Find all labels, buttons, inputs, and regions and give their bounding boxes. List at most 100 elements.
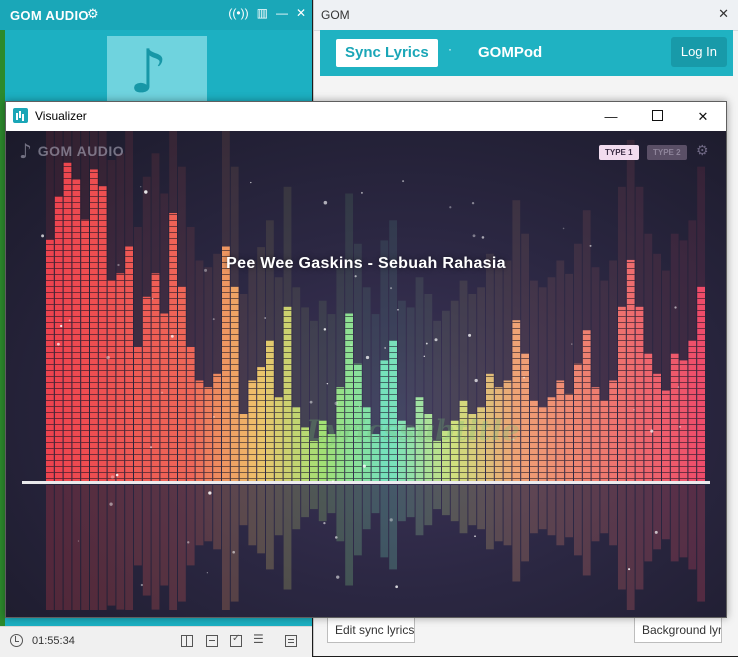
sparkle-particle xyxy=(264,317,266,319)
player-titlebar-icons: ((•)) ▥ — ✕ xyxy=(228,6,306,20)
spectrum-reflection xyxy=(54,485,63,610)
sparkle-particle xyxy=(434,338,438,342)
type-1-button[interactable]: TYPE 1 xyxy=(599,145,639,160)
watermark: Lyricssubtitle xyxy=(306,414,520,447)
visualizer-window: Visualizer — ✕ ♪ GOM AUDIO TYPE 1 TYPE 2… xyxy=(5,101,727,618)
checkbox-icon[interactable] xyxy=(230,633,242,647)
spectrum-bar-segments xyxy=(239,414,248,481)
spectrum-glow xyxy=(125,131,133,247)
sparkle-particle xyxy=(423,355,426,357)
spectrum-reflection xyxy=(582,485,591,576)
spectrum-glow xyxy=(248,260,257,381)
spectrum-bar-segments xyxy=(274,397,283,481)
close-icon[interactable]: ✕ xyxy=(718,6,729,22)
spectrum-bar-segments xyxy=(72,179,81,481)
document-icon[interactable] xyxy=(285,635,297,647)
playlist-icon[interactable] xyxy=(253,632,265,647)
spectrum-bar-segments xyxy=(160,313,169,481)
player-app-title: GOM AUDIO xyxy=(10,8,89,23)
spectrum-reflection xyxy=(600,485,609,534)
sparkle-particle xyxy=(336,575,340,579)
spectrum-reflection xyxy=(213,485,221,550)
spectrum-reflection xyxy=(477,485,485,530)
spectrum-reflection xyxy=(151,485,160,610)
layout-icon[interactable] xyxy=(181,635,193,647)
spectrum-glow xyxy=(600,280,609,401)
spectrum-glow xyxy=(142,176,151,297)
sparkle-particle xyxy=(678,425,681,428)
spectrum-bar-segments xyxy=(609,380,617,481)
spectrum-bar-segments xyxy=(679,360,688,481)
spectrum-glow xyxy=(503,260,512,381)
minimize-button[interactable]: — xyxy=(588,102,634,131)
spectrum-bar-segments xyxy=(142,296,151,481)
background-lyrics-button[interactable]: Background lyrics xyxy=(634,617,722,643)
spectrum-reflection xyxy=(521,485,529,562)
spectrum-bar-segments xyxy=(248,380,257,481)
spectrum-bar-segments xyxy=(151,273,160,481)
sparkle-particle xyxy=(41,234,45,238)
spectrum-bar-segments xyxy=(345,313,353,481)
close-button[interactable]: ✕ xyxy=(680,102,726,131)
maximize-button[interactable] xyxy=(634,102,680,131)
spectrum-glow xyxy=(494,267,503,388)
edit-sync-lyrics-button[interactable]: Edit sync lyrics xyxy=(327,617,415,643)
gear-icon[interactable]: ⚙ xyxy=(696,142,709,159)
settings-icon[interactable]: ⚙ xyxy=(87,6,99,22)
spectrum-reflection xyxy=(415,485,424,536)
spectrum-bar-segments xyxy=(670,353,679,481)
sparkle-particle xyxy=(633,409,635,411)
spectrum-bar-segments xyxy=(178,286,186,481)
minimize-layout-icon[interactable] xyxy=(206,635,218,647)
sparkle-particle xyxy=(106,355,110,360)
sparkle-particle xyxy=(213,416,215,418)
tab-gompod[interactable]: GOMPod xyxy=(478,44,542,61)
spectrum-glow xyxy=(591,267,600,388)
spectrum-bar-segments xyxy=(697,286,705,481)
sparkle-particle xyxy=(449,206,452,209)
spectrum-bar-segments xyxy=(521,353,529,481)
spectrum-reflection xyxy=(90,485,98,610)
spectrum-glow xyxy=(362,287,371,408)
spectrum-reflection xyxy=(336,485,345,542)
type-2-button[interactable]: TYPE 2 xyxy=(647,145,687,160)
spectrum-reflection xyxy=(512,485,521,582)
minimize-icon[interactable]: — xyxy=(276,6,288,20)
spectrum-reflection xyxy=(670,485,679,562)
sparkle-particle xyxy=(323,200,328,205)
spectrum-glow xyxy=(644,233,653,354)
sparkle-particle xyxy=(474,378,478,383)
equalizer-icon[interactable]: ▥ xyxy=(257,6,268,20)
gom-window-title: GOM xyxy=(321,8,350,22)
sparkle-particle xyxy=(628,568,631,571)
spectrum-reflection xyxy=(371,485,380,514)
sparkle-particle xyxy=(212,318,215,321)
spectrum-bar-segments xyxy=(213,373,221,481)
spectrum-bar-segments xyxy=(283,306,292,481)
spectrum-reflection xyxy=(547,485,556,536)
spectrum-reflection xyxy=(459,485,468,534)
spectrum-reflection xyxy=(239,485,248,526)
sparkle-particle xyxy=(468,333,472,337)
spectrum-glow xyxy=(134,227,142,347)
spectrum-reflection xyxy=(574,485,582,556)
spectrum-bar-segments xyxy=(530,400,538,481)
spectrum-reflection xyxy=(186,485,195,566)
spectrum-bar-segments xyxy=(688,340,697,481)
close-icon[interactable]: ✕ xyxy=(296,6,306,20)
broadcast-icon[interactable]: ((•)) xyxy=(228,6,248,20)
login-button[interactable]: Log In xyxy=(670,37,727,67)
spectrum-bar-segments xyxy=(230,286,239,481)
spectrum-reflection xyxy=(266,485,274,570)
spectrum-bar-segments xyxy=(582,330,591,481)
clock-icon[interactable] xyxy=(10,634,23,647)
spectrum-bar-segments xyxy=(512,320,521,481)
spectrum-glow xyxy=(266,220,274,341)
sparkle-particle xyxy=(389,518,393,522)
sparkle-particle xyxy=(206,572,208,574)
tab-sync-lyrics[interactable]: Sync Lyrics xyxy=(336,39,438,67)
spectrum-reflection xyxy=(72,485,81,610)
spectrum-reflection xyxy=(618,485,626,590)
logo-text: GOM AUDIO xyxy=(37,143,125,159)
sparkle-particle xyxy=(110,475,115,479)
